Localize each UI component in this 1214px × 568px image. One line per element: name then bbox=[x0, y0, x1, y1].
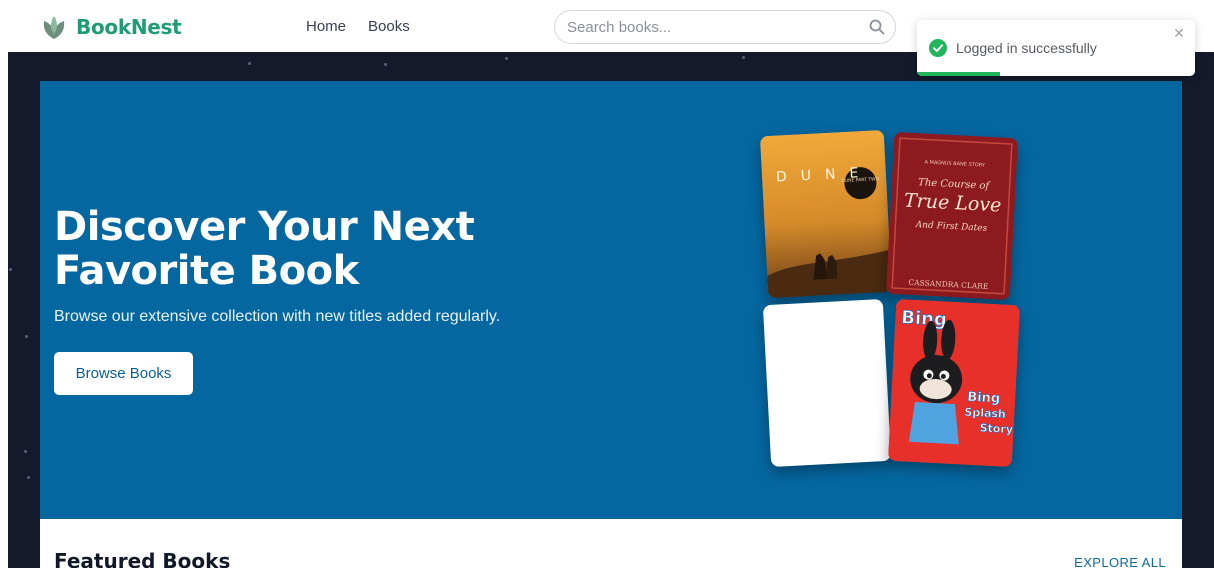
search-icon[interactable] bbox=[869, 19, 885, 35]
bing-cover-art: Bing Bing Splash Story bbox=[887, 298, 1021, 468]
book-cover-placeholder[interactable] bbox=[762, 298, 892, 468]
toast-message: Logged in successfully bbox=[956, 40, 1097, 56]
background-star bbox=[25, 335, 28, 338]
background-star bbox=[248, 62, 251, 65]
bing-logo: Bing bbox=[901, 307, 948, 330]
hero-subtitle: Browse our extensive collection with new… bbox=[54, 308, 501, 325]
leaf-logo-icon bbox=[43, 16, 65, 39]
background-star bbox=[24, 450, 27, 453]
nav-link-home[interactable]: Home bbox=[306, 18, 346, 35]
brand-name: BookNest bbox=[76, 15, 182, 39]
dune-cover-art: DUNE PART TWO DUNE bbox=[759, 129, 893, 299]
main-nav: Home Books bbox=[306, 18, 410, 35]
search-input[interactable] bbox=[555, 18, 855, 36]
hero-banner: Discover Your Next Favorite Book Browse … bbox=[40, 81, 1182, 519]
background-star bbox=[384, 63, 387, 66]
featured-section: Featured Books EXPLORE ALL bbox=[40, 519, 1182, 568]
nav-link-books[interactable]: Books bbox=[368, 18, 410, 35]
brand-logo[interactable]: BookNest bbox=[40, 12, 182, 42]
background-star bbox=[27, 476, 30, 479]
explore-all-link[interactable]: EXPLORE ALL bbox=[1074, 555, 1166, 568]
success-toast: Logged in successfully ✕ bbox=[917, 20, 1195, 76]
background-star bbox=[9, 268, 12, 271]
bing-title-3: Story bbox=[979, 421, 1013, 436]
search-bar bbox=[554, 10, 896, 44]
browse-books-button[interactable]: Browse Books bbox=[54, 352, 193, 395]
check-circle-icon bbox=[929, 39, 947, 57]
toast-close-button[interactable]: ✕ bbox=[1171, 26, 1187, 42]
featured-title: Featured Books bbox=[54, 549, 231, 568]
bing-title-1: Bing bbox=[967, 390, 1001, 407]
book-cover-bing[interactable]: Bing Bing Splash Story bbox=[887, 298, 1021, 468]
background-star bbox=[742, 56, 745, 59]
book-cover-true-love[interactable]: A MAGNUS BANE STORY The Course of True L… bbox=[885, 131, 1019, 301]
book-cover-dune[interactable]: DUNE PART TWO DUNE bbox=[759, 129, 893, 299]
background-star bbox=[505, 57, 508, 60]
bing-title-2: Splash bbox=[964, 406, 1006, 421]
toast-progress-bar bbox=[917, 72, 1001, 76]
hero-title: Discover Your Next Favorite Book bbox=[54, 204, 475, 294]
true-love-cover-art: A MAGNUS BANE STORY The Course of True L… bbox=[885, 131, 1019, 301]
